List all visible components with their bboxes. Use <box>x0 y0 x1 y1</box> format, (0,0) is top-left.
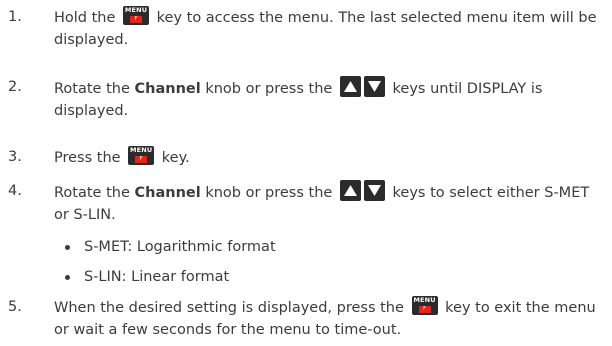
step-number: 3. <box>8 149 22 165</box>
menu-key-icon: MENU F <box>123 6 150 25</box>
bullet-icon <box>65 245 70 250</box>
down-arrow-key-icon <box>363 76 385 97</box>
step-text-pre: Rotate the <box>54 185 130 201</box>
step-text-mid: knob or press the <box>205 185 333 201</box>
channel-knob-label: Channel <box>134 185 201 201</box>
channel-knob-label: Channel <box>134 81 201 97</box>
step-text-pre: Rotate the <box>54 81 130 97</box>
step-text-post: key. <box>161 150 190 166</box>
step-text-pre: Hold the <box>54 10 116 26</box>
menu-key-icon: MENU F <box>128 146 155 165</box>
step-text-pre: Press the <box>54 150 121 166</box>
step-content: Rotate the Channel knob or press the key… <box>54 76 602 122</box>
step-number: 4. <box>8 183 22 199</box>
down-arrow-key-icon <box>363 180 385 201</box>
up-arrow-key-icon <box>339 76 361 97</box>
step-content: Hold the MENU F key to access the menu. T… <box>54 6 602 51</box>
step-number: 2. <box>8 79 22 95</box>
bullet-icon <box>65 275 70 280</box>
step-number: 5. <box>8 299 22 315</box>
up-arrow-key-icon <box>339 180 361 201</box>
step-text-mid: knob or press the <box>205 81 333 97</box>
step-text-pre: When the desired setting is displayed, p… <box>54 300 404 316</box>
step-content: When the desired setting is displayed, p… <box>54 296 602 341</box>
step-content: Rotate the Channel knob or press the key… <box>54 180 602 226</box>
step-content: Press the MENU F key. <box>54 146 602 169</box>
step-number: 1. <box>8 9 22 25</box>
menu-key-icon: MENU F <box>411 296 438 315</box>
